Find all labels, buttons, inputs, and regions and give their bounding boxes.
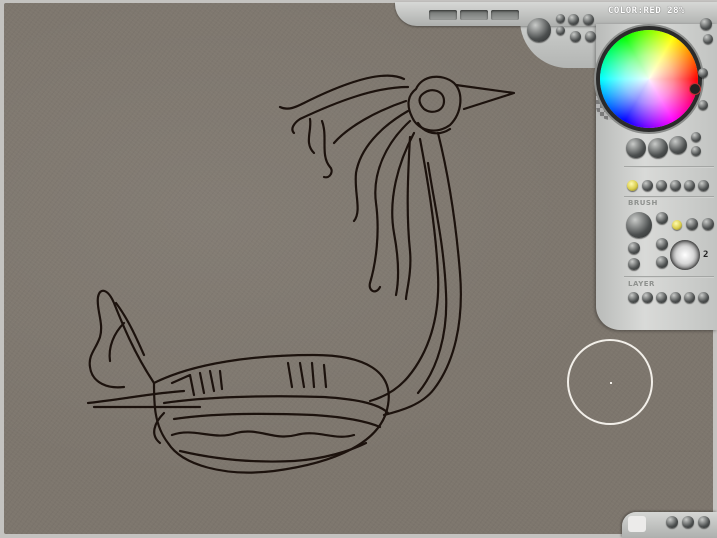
main-knob[interactable] (527, 18, 551, 42)
palette-knob[interactable] (669, 136, 687, 154)
preset-knob[interactable] (684, 180, 695, 191)
small-knob[interactable] (556, 26, 565, 35)
palette-knob[interactable] (626, 138, 646, 158)
layer-knob[interactable] (656, 292, 667, 303)
small-knob[interactable] (656, 256, 668, 268)
color-readout: COLOR:RED 28% (608, 6, 685, 16)
small-knob[interactable] (628, 258, 640, 270)
toolbar-slot-1[interactable] (429, 10, 457, 20)
small-knob[interactable] (691, 146, 701, 156)
brush-preview (670, 240, 700, 270)
palette-knob[interactable] (648, 138, 668, 158)
small-knob[interactable] (686, 218, 698, 230)
layer-knob[interactable] (670, 292, 681, 303)
small-knob[interactable] (691, 132, 701, 142)
signature-icon[interactable] (628, 516, 646, 532)
color-wheel-saturation (600, 30, 698, 128)
small-knob[interactable] (556, 14, 565, 23)
brush-type-active[interactable] (672, 220, 682, 230)
layer-knob[interactable] (698, 292, 709, 303)
bottom-knob[interactable] (698, 516, 710, 528)
brush-section-label: BRUSH (628, 199, 658, 207)
small-knob[interactable] (703, 34, 713, 44)
small-knob[interactable] (570, 31, 581, 42)
toolbar-slot-3[interactable] (491, 10, 519, 20)
panel-divider (624, 196, 714, 198)
preset-knob[interactable] (656, 180, 667, 191)
preset-knob[interactable] (698, 180, 709, 191)
small-knob[interactable] (568, 14, 579, 25)
brush-size: 2 (703, 250, 709, 260)
small-knob[interactable] (656, 212, 668, 224)
layer-knob[interactable] (628, 292, 639, 303)
layer-knob[interactable] (642, 292, 653, 303)
bottom-knob[interactable] (682, 516, 694, 528)
small-knob[interactable] (585, 31, 596, 42)
preset-knob-active[interactable] (627, 180, 638, 191)
color-marker[interactable] (689, 83, 701, 95)
small-knob[interactable] (702, 218, 714, 230)
small-knob[interactable] (628, 242, 640, 254)
layer-section-label: LAYER (628, 280, 655, 288)
toolbar-slot-2[interactable] (460, 10, 488, 20)
panel-divider (624, 276, 714, 278)
small-knob[interactable] (698, 68, 708, 78)
small-knob[interactable] (700, 18, 712, 30)
panel-divider (624, 166, 714, 168)
preset-knob[interactable] (642, 180, 653, 191)
cursor-center (610, 382, 612, 384)
small-knob[interactable] (698, 100, 708, 110)
brush-knob[interactable] (626, 212, 652, 238)
brush-cursor-ring (567, 339, 653, 425)
small-knob[interactable] (656, 238, 668, 250)
small-knob[interactable] (583, 14, 594, 25)
color-wheel[interactable] (600, 30, 698, 128)
bottom-knob[interactable] (666, 516, 678, 528)
preset-knob[interactable] (670, 180, 681, 191)
layer-knob[interactable] (684, 292, 695, 303)
